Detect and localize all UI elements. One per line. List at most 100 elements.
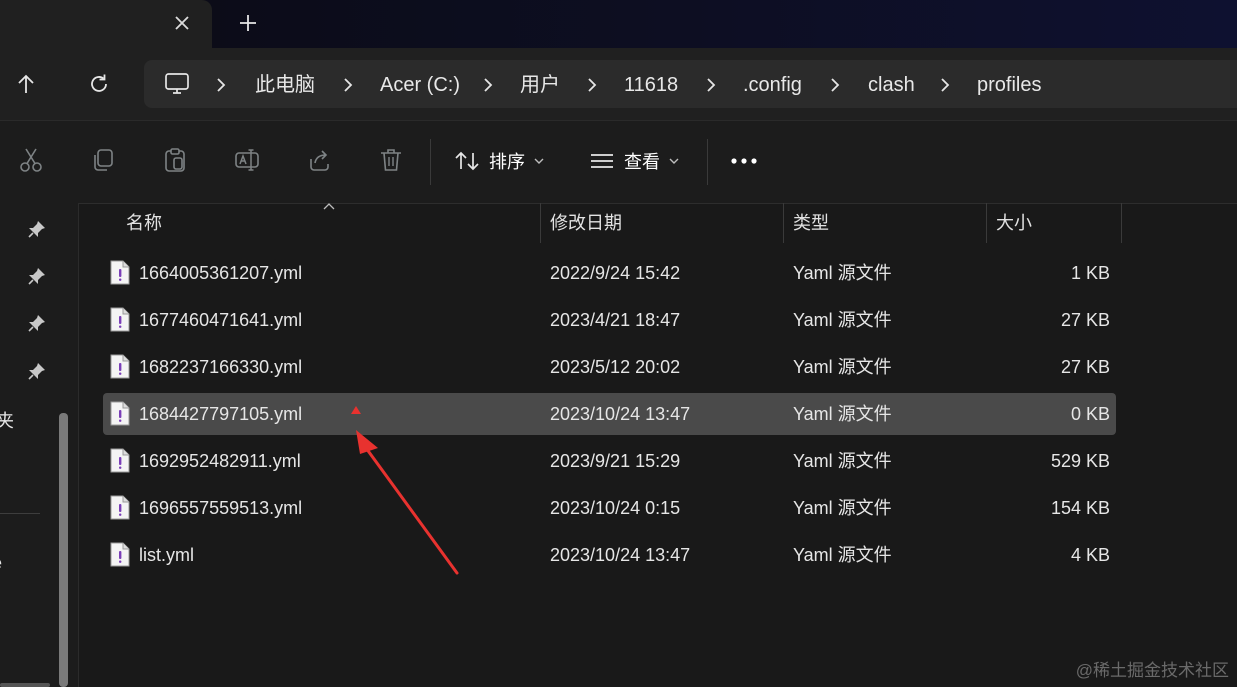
- yaml-file-icon: [110, 448, 130, 473]
- chevron-right-icon: [588, 78, 597, 92]
- column-divider[interactable]: [1121, 203, 1122, 243]
- yaml-file-icon: [110, 307, 130, 332]
- chevron-down-icon: [669, 158, 679, 164]
- toolbar-divider: [707, 139, 708, 185]
- annotation-marker: [351, 406, 361, 414]
- file-modified: 2023/9/21 15:29: [550, 451, 681, 471]
- trash-icon[interactable]: [377, 146, 405, 174]
- file-size: 1 KB: [1070, 263, 1110, 283]
- pin-icon[interactable]: [27, 313, 47, 333]
- nav-item-label-fragment[interactable]: 夹: [0, 407, 14, 433]
- chevron-right-icon: [484, 78, 493, 92]
- more-options-icon[interactable]: [730, 154, 758, 168]
- nav-item-label-fragment[interactable]: e: [0, 553, 2, 574]
- sort-icon: [455, 151, 479, 171]
- file-row[interactable]: 1692952482911.yml 2023/9/21 15:29 Yaml 源文件…: [103, 440, 1116, 482]
- view-list-icon: [591, 154, 613, 168]
- file-name: list.yml: [139, 545, 194, 565]
- file-row[interactable]: 1677460471641.yml 2023/4/21 18:47 Yaml 源文件…: [103, 299, 1116, 341]
- file-type: Yaml 源文件: [793, 310, 892, 330]
- sort-ascending-icon: [323, 203, 335, 210]
- yaml-file-icon: [110, 542, 130, 567]
- file-list: 名称 修改日期 类型 大小 1664005361207.yml 2022/9/24…: [79, 203, 1237, 687]
- breadcrumb-profiles[interactable]: profiles: [977, 73, 1041, 97]
- scissors-icon[interactable]: [17, 146, 45, 174]
- command-bar: 排序 查看: [0, 120, 1237, 204]
- yaml-file-icon: [110, 354, 130, 379]
- explorer-tab[interactable]: [0, 0, 212, 48]
- file-name: 1692952482911.yml: [139, 451, 301, 471]
- file-size: 4 KB: [1070, 545, 1110, 565]
- close-icon[interactable]: [170, 11, 194, 35]
- pin-icon[interactable]: [27, 266, 47, 286]
- file-modified: 2023/4/21 18:47: [550, 310, 681, 330]
- breadcrumb-config[interactable]: .config: [743, 73, 802, 97]
- file-type: Yaml 源文件: [793, 357, 892, 377]
- pin-icon[interactable]: [27, 361, 47, 381]
- navigation-pane: 夹 e: [0, 203, 79, 687]
- breadcrumb-clash[interactable]: clash: [868, 73, 915, 97]
- new-tab-icon[interactable]: [236, 11, 260, 35]
- up-arrow-icon[interactable]: [12, 70, 40, 98]
- breadcrumb-users[interactable]: 用户: [520, 73, 560, 97]
- file-row[interactable]: 1696557559513.yml 2023/10/24 0:15 Yaml 源文件…: [103, 487, 1116, 529]
- file-size: 27 KB: [1060, 357, 1110, 377]
- column-divider[interactable]: [986, 203, 987, 243]
- file-type: Yaml 源文件: [793, 498, 892, 518]
- computer-icon: [165, 73, 189, 94]
- yaml-file-icon: [110, 495, 130, 520]
- yaml-file-icon: [110, 401, 130, 426]
- file-size: 0 KB: [1070, 404, 1110, 424]
- address-row: 此电脑 Acer (C:) 用户 11618 .config clash pro…: [0, 48, 1237, 120]
- breadcrumb-this-pc[interactable]: 此电脑: [255, 73, 315, 97]
- file-modified: 2022/9/24 15:42: [550, 263, 681, 283]
- share-icon[interactable]: [305, 146, 333, 174]
- file-name: 1684427797105.yml: [139, 404, 303, 424]
- pin-icon[interactable]: [27, 219, 47, 239]
- rename-icon[interactable]: [233, 146, 261, 174]
- file-size: 529 KB: [1050, 451, 1110, 471]
- toolbar-divider: [430, 139, 431, 185]
- file-modified: 2023/5/12 20:02: [550, 357, 681, 377]
- file-modified: 2023/10/24 0:15: [550, 498, 681, 518]
- column-header-type[interactable]: 类型: [793, 203, 829, 243]
- file-row[interactable]: 1682237166330.yml 2023/5/12 20:02 Yaml 源文件…: [103, 346, 1116, 388]
- sort-button[interactable]: 排序: [453, 143, 545, 179]
- chevron-right-icon: [217, 78, 226, 92]
- view-button[interactable]: 查看: [588, 143, 680, 179]
- file-size: 154 KB: [1050, 498, 1110, 518]
- clipboard-icon[interactable]: [161, 146, 189, 174]
- file-name: 1664005361207.yml: [139, 263, 303, 283]
- nav-horizontal-scrollbar[interactable]: [0, 683, 50, 687]
- column-header-name[interactable]: 名称: [126, 203, 162, 243]
- chevron-right-icon: [344, 78, 353, 92]
- nav-divider: [0, 513, 40, 514]
- file-type: Yaml 源文件: [793, 404, 892, 424]
- chevron-down-icon: [534, 158, 544, 164]
- file-name: 1677460471641.yml: [139, 310, 303, 330]
- address-bar[interactable]: 此电脑 Acer (C:) 用户 11618 .config clash pro…: [144, 60, 1237, 108]
- watermark: @稀土掘金技术社区: [1075, 661, 1229, 680]
- refresh-icon[interactable]: [85, 70, 113, 98]
- column-header-size[interactable]: 大小: [996, 203, 1032, 243]
- copy-icon[interactable]: [89, 146, 117, 174]
- file-size: 27 KB: [1060, 310, 1110, 330]
- breadcrumb-drive[interactable]: Acer (C:): [380, 73, 460, 97]
- file-name: 1682237166330.yml: [139, 357, 303, 377]
- file-type: Yaml 源文件: [793, 451, 892, 471]
- file-row[interactable]: 1664005361207.yml 2022/9/24 15:42 Yaml 源文件…: [103, 252, 1116, 294]
- column-divider[interactable]: [783, 203, 784, 243]
- chevron-right-icon: [941, 78, 950, 92]
- breadcrumb-user-folder[interactable]: 11618: [624, 73, 678, 97]
- file-row[interactable]: 1684427797105.yml 2023/10/24 13:47 Yaml 源文…: [103, 393, 1116, 435]
- file-type: Yaml 源文件: [793, 263, 892, 283]
- file-name: 1696557559513.yml: [139, 498, 303, 518]
- yaml-file-icon: [110, 260, 130, 285]
- column-header-modified[interactable]: 修改日期: [550, 203, 622, 243]
- nav-scrollbar[interactable]: [59, 413, 68, 687]
- view-label: 查看: [624, 152, 660, 172]
- chevron-right-icon: [707, 78, 716, 92]
- file-row[interactable]: list.yml 2023/10/24 13:47 Yaml 源文件 4 KB: [103, 534, 1116, 576]
- chevron-right-icon: [831, 78, 840, 92]
- column-divider[interactable]: [540, 203, 541, 243]
